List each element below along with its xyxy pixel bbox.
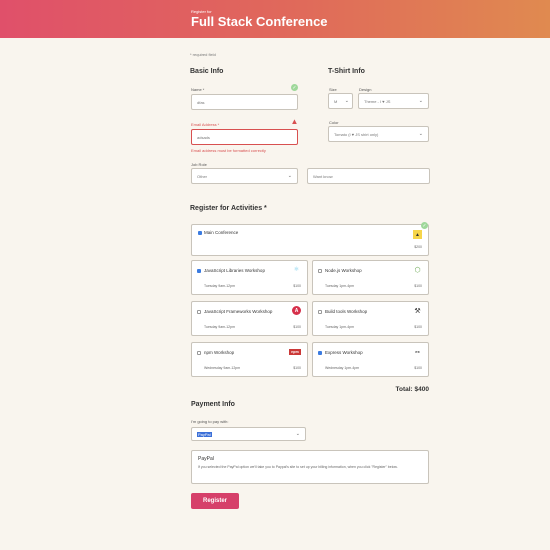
email-input[interactable]: adsads (191, 129, 298, 145)
paypal-info-box: PayPal If you selected the PayPal option… (191, 450, 429, 484)
name-label: Name * (191, 87, 205, 92)
activity-price: $100 (293, 325, 301, 329)
valid-check-icon: ✓ (291, 84, 298, 91)
chevron-down-icon: ⌄ (418, 131, 423, 137)
activity-card[interactable]: Express Workshop ex Wednesday 1pm-4pm $1… (312, 342, 429, 377)
activities-total: Total: $400 (395, 386, 429, 393)
activity-card[interactable]: JavaScript Libraries Workshop ⚛ Tuesday … (191, 260, 308, 295)
activity-name: Node.js Workshop (325, 268, 362, 273)
email-error-message: Email address must be formatted correctl… (191, 148, 266, 153)
size-value: M (334, 98, 338, 104)
job-role-select[interactable]: Other ⌄ (191, 168, 298, 184)
activity-checkbox[interactable] (318, 310, 322, 314)
activity-checkbox[interactable] (318, 269, 322, 273)
name-input[interactable]: dfas (191, 94, 298, 110)
name-value: dfas (197, 99, 205, 105)
activity-price: $100 (293, 284, 301, 288)
design-label: Design (359, 87, 372, 92)
job-role-label: Job Role (191, 162, 207, 167)
paypal-box-text: If you selected the PayPal option we'll … (198, 465, 398, 469)
main-conference-checkbox[interactable] (198, 231, 202, 235)
chevron-down-icon: ⌄ (418, 98, 423, 104)
chevron-down-icon: ⌄ (295, 431, 300, 437)
main-conference-name: Main Conference (204, 230, 239, 235)
activity-card[interactable]: Node.js Workshop ⬡ Tuesday 1pm-4pm $100 (312, 260, 429, 295)
chevron-down-icon: ⌄ (287, 173, 292, 179)
basic-info-heading: Basic Info (190, 68, 224, 75)
warning-icon: ▲ (290, 117, 299, 126)
email-label: Email Address * (191, 122, 220, 127)
paypal-box-title: PayPal (198, 456, 214, 462)
activity-name: Build tools Workshop (325, 309, 368, 314)
payment-info-heading: Payment Info (191, 401, 235, 408)
express-icon: ex (415, 349, 420, 354)
activity-time: Tuesday 9am-12pm (204, 284, 235, 288)
angular-icon: A (292, 306, 301, 315)
payment-method-select[interactable]: PayPal ⌄ (191, 427, 306, 441)
valid-check-icon: ✓ (421, 222, 428, 229)
job-role-value: Other (197, 173, 208, 179)
size-label: Size (329, 87, 337, 92)
page-header: Register for Full Stack Conference (0, 0, 550, 38)
required-note: * required field (190, 52, 216, 57)
color-select[interactable]: Tomato (I ♥ JS shirt only) ⌄ (328, 126, 429, 142)
activity-card[interactable]: JavaScript Frameworks Workshop A Tuesday… (191, 301, 308, 336)
other-job-placeholder: Want know (313, 173, 333, 179)
color-label: Color (329, 120, 339, 125)
activity-name: Express Workshop (325, 350, 363, 355)
react-icon: ⚛ (293, 267, 300, 273)
activity-card[interactable]: npm Workshop npm Wednesday 9am-12pm $100 (191, 342, 308, 377)
activities-heading: Register for Activities * (190, 205, 267, 212)
design-select[interactable]: Theme - I ♥ JS ⌄ (358, 93, 429, 109)
activity-price: $100 (293, 366, 301, 370)
activity-time: Tuesday 9am-12pm (204, 325, 235, 329)
page-title: Full Stack Conference (191, 14, 328, 29)
activity-price: $100 (414, 366, 422, 370)
activity-name: JavaScript Frameworks Workshop (204, 309, 273, 314)
tools-icon: ⚒ (414, 307, 421, 315)
activity-checkbox[interactable] (318, 351, 322, 355)
conference-icon: ▲ (413, 230, 422, 239)
activity-card[interactable]: Build tools Workshop ⚒ Tuesday 1pm-4pm $… (312, 301, 429, 336)
payment-method-value: PayPal (197, 431, 212, 437)
activity-time: Tuesday 1pm-4pm (325, 284, 355, 288)
design-value: Theme - I ♥ JS (364, 98, 391, 104)
email-value: adsads (197, 134, 210, 140)
color-value: Tomato (I ♥ JS shirt only) (334, 131, 379, 137)
activity-checkbox[interactable] (197, 269, 201, 273)
npm-icon: npm (289, 349, 301, 355)
activity-name: JavaScript Libraries Workshop (204, 268, 265, 273)
activity-time: Wednesday 9am-12pm (204, 366, 241, 370)
activity-main-conference[interactable]: Main Conference ▲ $200 (191, 224, 429, 256)
register-button[interactable]: Register (191, 493, 239, 509)
activity-time: Tuesday 1pm-4pm (325, 325, 355, 329)
activity-time: Wednesday 1pm-4pm (325, 366, 360, 370)
tshirt-info-heading: T-Shirt Info (328, 68, 365, 75)
nodejs-icon: ⬡ (414, 266, 421, 274)
other-job-input[interactable]: Want know (307, 168, 430, 184)
activity-price: $100 (414, 284, 422, 288)
activity-checkbox[interactable] (197, 310, 201, 314)
activity-checkbox[interactable] (197, 351, 201, 355)
chevron-down-icon: ⌄ (344, 98, 349, 104)
payment-label: I'm going to pay with: (191, 419, 229, 424)
size-select[interactable]: M ⌄ (328, 93, 353, 109)
activity-price: $100 (414, 325, 422, 329)
activity-name: npm Workshop (204, 350, 235, 355)
main-conference-price: $200 (414, 245, 422, 249)
